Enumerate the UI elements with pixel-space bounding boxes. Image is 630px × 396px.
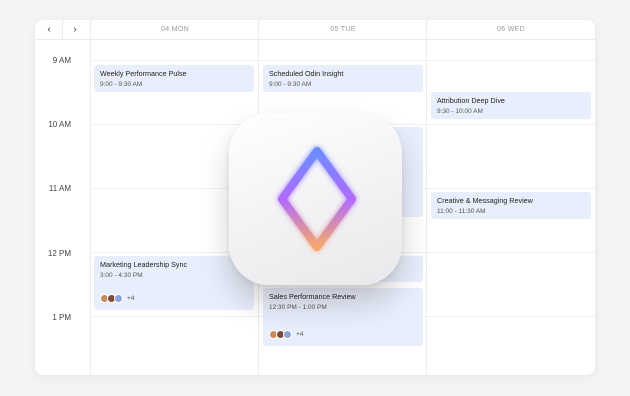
event-title: Marketing Leadership Sync: [100, 260, 188, 269]
event-creative-messaging-review[interactable]: Creative & Messaging Review 11:00 - 11:3…: [431, 192, 591, 219]
next-week-button[interactable]: ›: [64, 23, 86, 36]
prev-week-button[interactable]: ‹: [38, 23, 60, 36]
event-title: Weekly Performance Pulse: [100, 69, 187, 78]
time-label-1pm: 1 PM: [52, 313, 71, 322]
day-header-wed: 06 WED: [497, 26, 525, 33]
avatar: [114, 294, 123, 303]
event-attribution-deep-dive[interactable]: Attribution Deep Dive 9:30 - 10:00 AM: [431, 92, 591, 119]
event-sales-performance-review[interactable]: Sales Performance Review 12:30 PM - 1:00…: [263, 288, 423, 346]
gutter-divider: [90, 20, 91, 375]
day-header-tue: 05 TUE: [330, 26, 356, 33]
time-label-11am: 11 AM: [48, 184, 71, 193]
day-header-mon: 04 MON: [161, 26, 189, 33]
event-time: 9:00 - 9:30 AM: [100, 81, 143, 88]
event-title: Scheduled Odin Insight: [269, 69, 344, 78]
calendar-header: ‹ › 04 MON 05 TUE 06 WED: [35, 20, 595, 40]
hour-line: [90, 60, 595, 61]
event-time: 12:30 PM - 1:00 PM: [269, 304, 327, 311]
chevron-right-icon: ›: [73, 24, 77, 35]
app-icon: [229, 113, 402, 285]
day-divider: [426, 20, 427, 375]
event-title: Sales Performance Review: [269, 292, 356, 301]
more-attendees-count: +4: [127, 295, 135, 302]
time-label-12pm: 12 PM: [47, 249, 71, 258]
attendee-avatars[interactable]: +4: [269, 330, 303, 339]
diamond-gradient-icon: [278, 147, 356, 251]
chevron-left-icon: ‹: [47, 24, 51, 35]
time-label-10am: 10 AM: [48, 120, 71, 129]
event-time: 3:00 - 4:30 PM: [100, 272, 143, 279]
event-time: 11:00 - 11:30 AM: [437, 208, 486, 215]
event-time: 9:00 - 9:30 AM: [269, 81, 312, 88]
attendee-avatars[interactable]: +4: [100, 294, 134, 303]
event-weekly-performance-pulse[interactable]: Weekly Performance Pulse 9:00 - 9:30 AM: [94, 65, 254, 92]
more-attendees-count: +4: [296, 331, 304, 338]
avatar: [283, 330, 292, 339]
event-title: Attribution Deep Dive: [437, 96, 505, 105]
event-scheduled-odin-insight[interactable]: Scheduled Odin Insight 9:00 - 9:30 AM: [263, 65, 423, 92]
event-title: Creative & Messaging Review: [437, 196, 533, 205]
nav-divider: [62, 20, 63, 39]
event-time: 9:30 - 10:00 AM: [437, 108, 483, 115]
time-label-9am: 9 AM: [52, 56, 71, 65]
